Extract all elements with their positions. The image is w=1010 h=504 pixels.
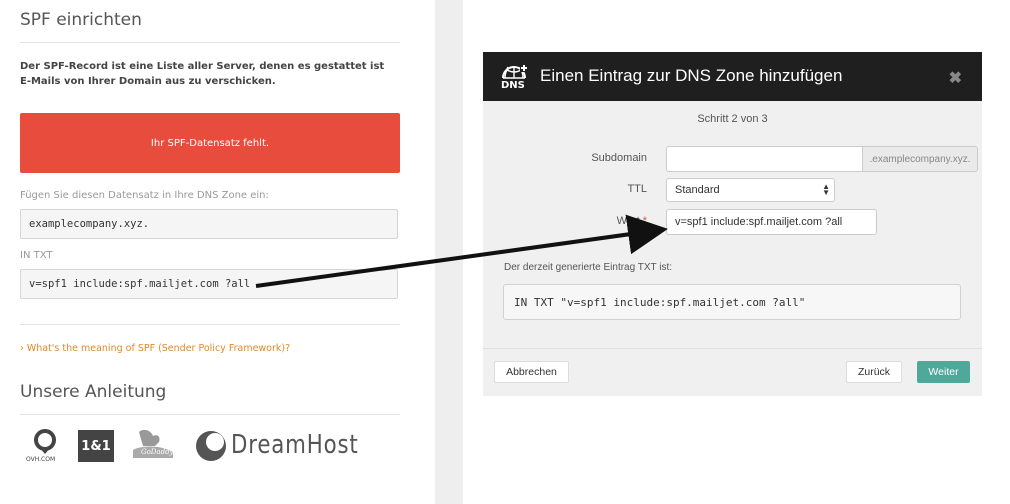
godaddy-logo[interactable]: GoDaddy — [129, 428, 177, 464]
dns-entry-modal: DNS Einen Eintrag zur DNS Zone hinzufüge… — [483, 52, 982, 396]
dns-globe-icon: DNS — [499, 64, 529, 92]
divider — [20, 414, 400, 415]
back-button[interactable]: Zurück — [846, 361, 902, 383]
next-button[interactable]: Weiter — [917, 361, 970, 383]
record-type-label: IN TXT — [20, 250, 53, 261]
modal-header: DNS Einen Eintrag zur DNS Zone hinzufüge… — [483, 52, 982, 101]
oneandone-logo[interactable]: 1&1 — [78, 430, 114, 462]
chevron-right-icon: › — [20, 343, 24, 354]
subdomain-input[interactable] — [666, 146, 863, 172]
value-label-text: Wert — [616, 215, 640, 227]
page-title: SPF einrichten — [20, 10, 142, 30]
dreamhost-logo[interactable]: DreamHost — [195, 430, 360, 464]
ttl-label: TTL — [627, 183, 647, 195]
ovh-logo-text: OVH.COM — [26, 456, 56, 463]
godaddy-mascot-icon — [133, 429, 173, 458]
dreamhost-logo-text: DreamHost — [231, 430, 359, 460]
panel-separator — [435, 0, 463, 504]
spf-help-link-label: What's the meaning of SPF (Sender Policy… — [26, 343, 291, 354]
spf-missing-alert: Ihr SPF-Datensatz fehlt. — [20, 113, 400, 173]
required-marker: * — [642, 215, 647, 227]
guide-title: Unsere Anleitung — [20, 382, 167, 402]
ttl-select[interactable]: Standard ▲ ▼ — [666, 178, 835, 202]
spf-description: Der SPF-Record ist eine Liste aller Serv… — [20, 61, 385, 87]
modal-title: Einen Eintrag zur DNS Zone hinzufügen — [540, 66, 843, 85]
dns-instruction: Fügen Sie diesen Datensatz in Ihre DNS Z… — [20, 190, 269, 201]
select-arrows-icon: ▲ ▼ — [822, 182, 830, 197]
subdomain-label: Subdomain — [591, 152, 647, 164]
spf-setup-panel: SPF einrichten Der SPF-Record ist eine L… — [0, 0, 435, 504]
ovh-logo[interactable]: OVH.COM — [25, 428, 65, 468]
dns-icon-text: DNS — [501, 80, 525, 91]
dreamhost-moon-icon — [196, 431, 226, 461]
godaddy-logo-text: GoDaddy — [141, 448, 174, 456]
cancel-button[interactable]: Abbrechen — [494, 361, 569, 383]
ttl-select-value: Standard — [675, 184, 720, 196]
divider — [20, 324, 400, 325]
close-icon[interactable]: ✖ — [949, 68, 962, 88]
domain-value-box[interactable]: examplecompany.xyz. — [20, 209, 398, 239]
modal-footer-divider — [483, 348, 982, 349]
spf-help-link[interactable]: › What's the meaning of SPF (Sender Poli… — [20, 343, 290, 354]
generated-record-box: IN TXT "v=spf1 include:spf.mailjet.com ?… — [503, 284, 961, 320]
generated-record-label: Der derzeit generierte Eintrag TXT ist: — [504, 262, 673, 273]
subdomain-suffix: .examplecompany.xyz. — [862, 146, 978, 172]
value-label: Wert * — [483, 215, 647, 227]
spf-record-box[interactable]: v=spf1 include:spf.mailjet.com ?all — [20, 269, 398, 299]
value-input[interactable]: v=spf1 include:spf.mailjet.com ?all — [666, 209, 877, 235]
divider — [20, 42, 400, 43]
step-indicator: Schritt 2 von 3 — [697, 113, 768, 125]
